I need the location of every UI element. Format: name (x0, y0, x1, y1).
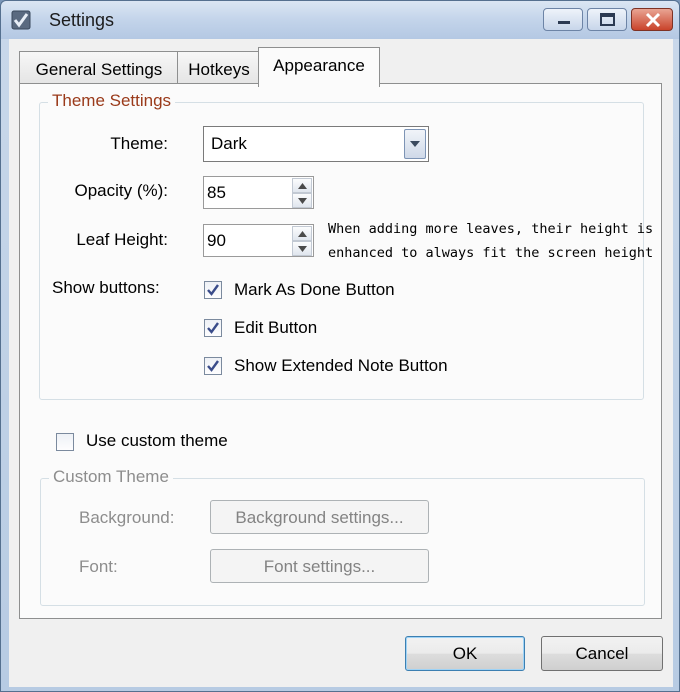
note-line: enhanced to always fit the screen height (328, 245, 654, 261)
spin-down-icon[interactable] (292, 193, 312, 208)
button-label: Font settings... (263, 557, 376, 576)
theme-dropdown[interactable]: Dark (203, 126, 429, 162)
checkmark-app-icon (11, 10, 31, 30)
maximize-button[interactable] (587, 8, 627, 31)
group-legend: Custom Theme (49, 467, 173, 487)
dialog-client-area: General Settings Hotkeys Appearance Them… (9, 39, 673, 687)
opacity-value: 85 (207, 183, 226, 202)
appearance-tab-panel: Theme Settings Theme: Dark Opacity (%): … (19, 83, 662, 619)
spin-up-icon[interactable] (292, 178, 312, 193)
tab-label: Appearance (273, 56, 365, 75)
group-legend: Theme Settings (48, 91, 176, 111)
spin-up-icon[interactable] (292, 226, 312, 241)
edit-button-label[interactable]: Edit Button (234, 318, 317, 338)
opacity-spinbox[interactable]: 85 (203, 176, 314, 209)
extended-note-checkbox[interactable] (204, 357, 222, 375)
leaf-height-label: Leaf Height: (76, 230, 168, 249)
button-label: Cancel (575, 644, 629, 663)
theme-dropdown-value: Dark (211, 134, 247, 153)
chevron-down-icon[interactable] (404, 129, 426, 159)
leaf-height-spinbox[interactable]: 90 (203, 224, 314, 257)
tab-label: Hotkeys (188, 60, 250, 79)
ok-button[interactable]: OK (405, 636, 525, 671)
checkmark-icon (207, 322, 219, 334)
custom-theme-group: Custom Theme (40, 467, 645, 606)
close-button[interactable] (631, 8, 673, 31)
window-title: Settings (49, 10, 115, 30)
use-custom-theme-checkbox[interactable] (56, 433, 74, 451)
use-custom-theme-label[interactable]: Use custom theme (86, 431, 228, 451)
minimize-button[interactable] (543, 8, 583, 31)
theme-label: Theme: (110, 134, 168, 153)
note-line: When adding more leaves, their height is (328, 221, 654, 237)
checkmark-icon (207, 360, 219, 372)
settings-window: Settings General Settings Hotkeys Appear… (0, 0, 680, 692)
opacity-label: Opacity (%): (74, 181, 168, 200)
maximize-icon (600, 13, 615, 26)
mark-as-done-label[interactable]: Mark As Done Button (234, 280, 395, 300)
leaf-height-value: 90 (207, 231, 226, 250)
button-label: Background settings... (235, 508, 404, 527)
tab-general-settings[interactable]: General Settings (19, 51, 179, 85)
cancel-button[interactable]: Cancel (541, 636, 663, 671)
close-icon (645, 12, 661, 28)
tab-label: General Settings (35, 60, 163, 79)
edit-button-checkbox[interactable] (204, 319, 222, 337)
tab-hotkeys[interactable]: Hotkeys (177, 51, 261, 85)
tab-appearance[interactable]: Appearance (258, 47, 380, 87)
show-buttons-label: Show buttons: (52, 278, 160, 297)
spin-down-icon[interactable] (292, 241, 312, 256)
extended-note-label[interactable]: Show Extended Note Button (234, 356, 448, 376)
leaf-height-note: When adding more leaves, their height is… (328, 217, 653, 265)
minimize-icon (558, 21, 570, 24)
button-label: OK (452, 644, 478, 663)
background-label: Background: (79, 508, 175, 527)
title-bar[interactable]: Settings (1, 1, 679, 39)
font-label: Font: (79, 557, 118, 576)
mark-as-done-checkbox[interactable] (204, 281, 222, 299)
font-settings-button[interactable]: Font settings... (210, 549, 429, 583)
checkmark-icon (207, 284, 219, 296)
background-settings-button[interactable]: Background settings... (210, 500, 429, 534)
